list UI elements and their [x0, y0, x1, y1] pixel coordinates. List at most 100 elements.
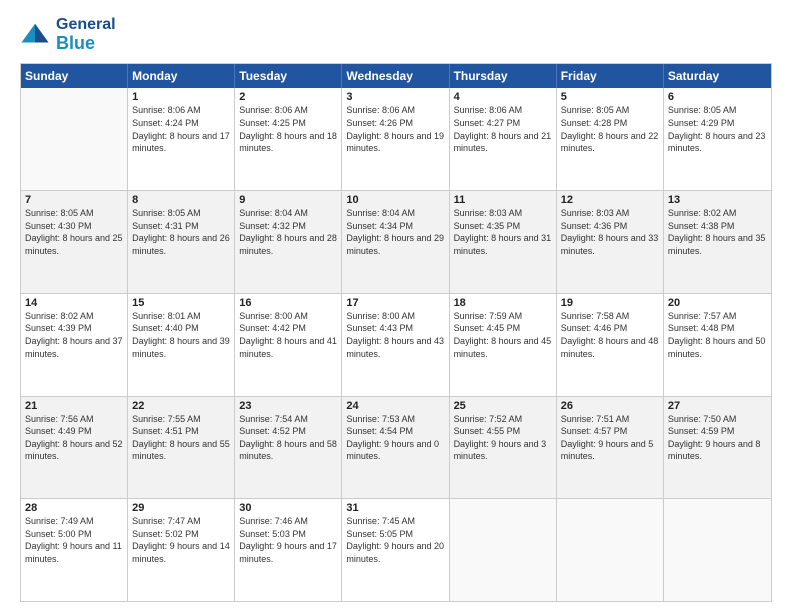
- calendar-day-5: 5Sunrise: 8:05 AMSunset: 4:28 PMDaylight…: [557, 88, 664, 190]
- day-info: Sunrise: 7:55 AMSunset: 4:51 PMDaylight:…: [132, 413, 230, 463]
- day-number: 3: [346, 91, 444, 103]
- day-info: Sunrise: 8:05 AMSunset: 4:31 PMDaylight:…: [132, 207, 230, 257]
- day-info: Sunrise: 8:04 AMSunset: 4:34 PMDaylight:…: [346, 207, 444, 257]
- header-day-thursday: Thursday: [450, 64, 557, 88]
- header-day-saturday: Saturday: [664, 64, 771, 88]
- day-info: Sunrise: 8:05 AMSunset: 4:29 PMDaylight:…: [668, 104, 767, 154]
- day-number: 15: [132, 297, 230, 309]
- calendar-day-6: 6Sunrise: 8:05 AMSunset: 4:29 PMDaylight…: [664, 88, 771, 190]
- calendar-day-3: 3Sunrise: 8:06 AMSunset: 4:26 PMDaylight…: [342, 88, 449, 190]
- calendar-day-26: 26Sunrise: 7:51 AMSunset: 4:57 PMDayligh…: [557, 397, 664, 499]
- day-number: 7: [25, 194, 123, 206]
- day-info: Sunrise: 8:03 AMSunset: 4:35 PMDaylight:…: [454, 207, 552, 257]
- day-info: Sunrise: 7:59 AMSunset: 4:45 PMDaylight:…: [454, 310, 552, 360]
- day-info: Sunrise: 8:04 AMSunset: 4:32 PMDaylight:…: [239, 207, 337, 257]
- day-number: 18: [454, 297, 552, 309]
- calendar-day-7: 7Sunrise: 8:05 AMSunset: 4:30 PMDaylight…: [21, 191, 128, 293]
- day-info: Sunrise: 7:58 AMSunset: 4:46 PMDaylight:…: [561, 310, 659, 360]
- day-info: Sunrise: 8:02 AMSunset: 4:38 PMDaylight:…: [668, 207, 767, 257]
- calendar-week-4: 21Sunrise: 7:56 AMSunset: 4:49 PMDayligh…: [21, 396, 771, 499]
- day-info: Sunrise: 7:56 AMSunset: 4:49 PMDaylight:…: [25, 413, 123, 463]
- calendar-day-9: 9Sunrise: 8:04 AMSunset: 4:32 PMDaylight…: [235, 191, 342, 293]
- calendar-day-21: 21Sunrise: 7:56 AMSunset: 4:49 PMDayligh…: [21, 397, 128, 499]
- day-number: 24: [346, 400, 444, 412]
- day-number: 21: [25, 400, 123, 412]
- day-number: 27: [668, 400, 767, 412]
- calendar-week-5: 28Sunrise: 7:49 AMSunset: 5:00 PMDayligh…: [21, 498, 771, 601]
- calendar-day-31: 31Sunrise: 7:45 AMSunset: 5:05 PMDayligh…: [342, 499, 449, 601]
- day-info: Sunrise: 7:46 AMSunset: 5:03 PMDaylight:…: [239, 515, 337, 565]
- day-number: 10: [346, 194, 444, 206]
- day-info: Sunrise: 8:06 AMSunset: 4:24 PMDaylight:…: [132, 104, 230, 154]
- calendar-day-24: 24Sunrise: 7:53 AMSunset: 4:54 PMDayligh…: [342, 397, 449, 499]
- day-number: 17: [346, 297, 444, 309]
- day-info: Sunrise: 7:52 AMSunset: 4:55 PMDaylight:…: [454, 413, 552, 463]
- day-number: 4: [454, 91, 552, 103]
- day-info: Sunrise: 8:06 AMSunset: 4:26 PMDaylight:…: [346, 104, 444, 154]
- calendar-day-20: 20Sunrise: 7:57 AMSunset: 4:48 PMDayligh…: [664, 294, 771, 396]
- logo-general: General: [56, 16, 116, 34]
- day-info: Sunrise: 8:06 AMSunset: 4:25 PMDaylight:…: [239, 104, 337, 154]
- day-number: 23: [239, 400, 337, 412]
- day-number: 8: [132, 194, 230, 206]
- page: General Blue SundayMondayTuesdayWednesda…: [0, 0, 792, 612]
- day-number: 26: [561, 400, 659, 412]
- calendar-day-1: 1Sunrise: 8:06 AMSunset: 4:24 PMDaylight…: [128, 88, 235, 190]
- calendar-cell-empty: [21, 88, 128, 190]
- day-info: Sunrise: 7:50 AMSunset: 4:59 PMDaylight:…: [668, 413, 767, 463]
- day-number: 28: [25, 502, 123, 514]
- day-info: Sunrise: 7:57 AMSunset: 4:48 PMDaylight:…: [668, 310, 767, 360]
- day-info: Sunrise: 8:02 AMSunset: 4:39 PMDaylight:…: [25, 310, 123, 360]
- day-info: Sunrise: 8:01 AMSunset: 4:40 PMDaylight:…: [132, 310, 230, 360]
- header-day-friday: Friday: [557, 64, 664, 88]
- calendar-day-25: 25Sunrise: 7:52 AMSunset: 4:55 PMDayligh…: [450, 397, 557, 499]
- calendar-day-27: 27Sunrise: 7:50 AMSunset: 4:59 PMDayligh…: [664, 397, 771, 499]
- day-info: Sunrise: 8:00 AMSunset: 4:42 PMDaylight:…: [239, 310, 337, 360]
- day-number: 6: [668, 91, 767, 103]
- calendar-day-4: 4Sunrise: 8:06 AMSunset: 4:27 PMDaylight…: [450, 88, 557, 190]
- calendar-day-19: 19Sunrise: 7:58 AMSunset: 4:46 PMDayligh…: [557, 294, 664, 396]
- day-info: Sunrise: 7:53 AMSunset: 4:54 PMDaylight:…: [346, 413, 444, 463]
- calendar-day-14: 14Sunrise: 8:02 AMSunset: 4:39 PMDayligh…: [21, 294, 128, 396]
- day-number: 29: [132, 502, 230, 514]
- calendar-day-2: 2Sunrise: 8:06 AMSunset: 4:25 PMDaylight…: [235, 88, 342, 190]
- calendar-day-16: 16Sunrise: 8:00 AMSunset: 4:42 PMDayligh…: [235, 294, 342, 396]
- day-number: 25: [454, 400, 552, 412]
- calendar-day-11: 11Sunrise: 8:03 AMSunset: 4:35 PMDayligh…: [450, 191, 557, 293]
- logo-icon: [20, 20, 50, 50]
- day-number: 12: [561, 194, 659, 206]
- calendar: SundayMondayTuesdayWednesdayThursdayFrid…: [20, 63, 772, 602]
- calendar-day-13: 13Sunrise: 8:02 AMSunset: 4:38 PMDayligh…: [664, 191, 771, 293]
- day-number: 22: [132, 400, 230, 412]
- calendar-week-1: 1Sunrise: 8:06 AMSunset: 4:24 PMDaylight…: [21, 88, 771, 190]
- day-number: 30: [239, 502, 337, 514]
- day-number: 13: [668, 194, 767, 206]
- calendar-day-10: 10Sunrise: 8:04 AMSunset: 4:34 PMDayligh…: [342, 191, 449, 293]
- header-day-monday: Monday: [128, 64, 235, 88]
- calendar-day-8: 8Sunrise: 8:05 AMSunset: 4:31 PMDaylight…: [128, 191, 235, 293]
- calendar-day-30: 30Sunrise: 7:46 AMSunset: 5:03 PMDayligh…: [235, 499, 342, 601]
- day-number: 14: [25, 297, 123, 309]
- calendar-day-22: 22Sunrise: 7:55 AMSunset: 4:51 PMDayligh…: [128, 397, 235, 499]
- calendar-week-3: 14Sunrise: 8:02 AMSunset: 4:39 PMDayligh…: [21, 293, 771, 396]
- day-info: Sunrise: 8:06 AMSunset: 4:27 PMDaylight:…: [454, 104, 552, 154]
- calendar-header: SundayMondayTuesdayWednesdayThursdayFrid…: [21, 64, 771, 88]
- calendar-day-23: 23Sunrise: 7:54 AMSunset: 4:52 PMDayligh…: [235, 397, 342, 499]
- day-number: 31: [346, 502, 444, 514]
- day-info: Sunrise: 8:03 AMSunset: 4:36 PMDaylight:…: [561, 207, 659, 257]
- calendar-cell-empty: [664, 499, 771, 601]
- calendar-cell-empty: [557, 499, 664, 601]
- day-number: 19: [561, 297, 659, 309]
- logo: General Blue: [20, 16, 116, 53]
- day-number: 16: [239, 297, 337, 309]
- day-info: Sunrise: 8:05 AMSunset: 4:28 PMDaylight:…: [561, 104, 659, 154]
- header: General Blue: [20, 16, 772, 53]
- calendar-day-12: 12Sunrise: 8:03 AMSunset: 4:36 PMDayligh…: [557, 191, 664, 293]
- calendar-day-15: 15Sunrise: 8:01 AMSunset: 4:40 PMDayligh…: [128, 294, 235, 396]
- calendar-day-28: 28Sunrise: 7:49 AMSunset: 5:00 PMDayligh…: [21, 499, 128, 601]
- day-info: Sunrise: 8:05 AMSunset: 4:30 PMDaylight:…: [25, 207, 123, 257]
- header-day-tuesday: Tuesday: [235, 64, 342, 88]
- day-number: 9: [239, 194, 337, 206]
- day-number: 1: [132, 91, 230, 103]
- calendar-day-17: 17Sunrise: 8:00 AMSunset: 4:43 PMDayligh…: [342, 294, 449, 396]
